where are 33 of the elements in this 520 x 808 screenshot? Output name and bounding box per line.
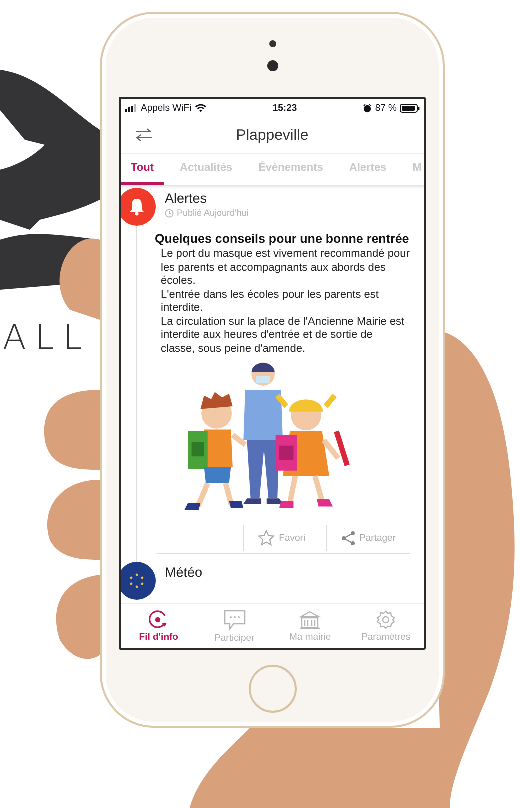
refresh-dot-icon [148,610,170,630]
alarm-clock-icon [363,104,372,112]
battery-percentage: 87 % [375,102,397,114]
swap-arrows-icon[interactable] [135,128,153,142]
speech-bubble-icon [222,608,247,630]
category-title: Météo [165,565,203,580]
camera-icon [268,40,276,48]
category-title: Alertes [165,191,208,206]
signal-icon [125,104,138,112]
bottom-nav-tab[interactable]: Ma mairie [272,604,348,648]
share-button[interactable]: Partager [326,525,410,551]
clock-icon [165,208,174,218]
wifi-icon [194,104,207,112]
post-paragraph: L'entrée dans les écoles pour les parents est interdite. [160,288,380,316]
settings-icon [376,610,396,630]
speaker-icon [266,60,278,72]
post-paragraph: La circulation sur la place de l'Ancienne Mairie est interdite aux heures d'entrée et de sortie de classe, sous peine d'amende. [160,316,406,356]
battery-icon [400,104,420,112]
bottom-nav-tab[interactable]: Participer [196,604,272,648]
published-text: Publié Aujourd'hui [177,208,249,218]
post-paragraph: Le port du masque est vivement recommandé pour les parents et accompagnants aux abords des écoles. [160,248,410,288]
filter-tab[interactable]: Tout [121,154,164,185]
post-title: Quelques conseils pour une bonne rentrée [155,232,410,246]
app-title: Plappeville [235,126,310,144]
logo-text: ALL [3,318,92,358]
carrier-name: Appels WiFi [141,102,192,114]
bottom-nav-tab[interactable]: Paramètres [348,604,424,648]
status-time: 15:23 [272,102,298,114]
favorite-button[interactable]: Favori [243,525,326,551]
bottom-nav-tab[interactable]: Fil d'info [121,604,197,648]
building-icon [299,610,322,630]
share-icon [340,530,356,546]
star-icon [258,530,276,546]
